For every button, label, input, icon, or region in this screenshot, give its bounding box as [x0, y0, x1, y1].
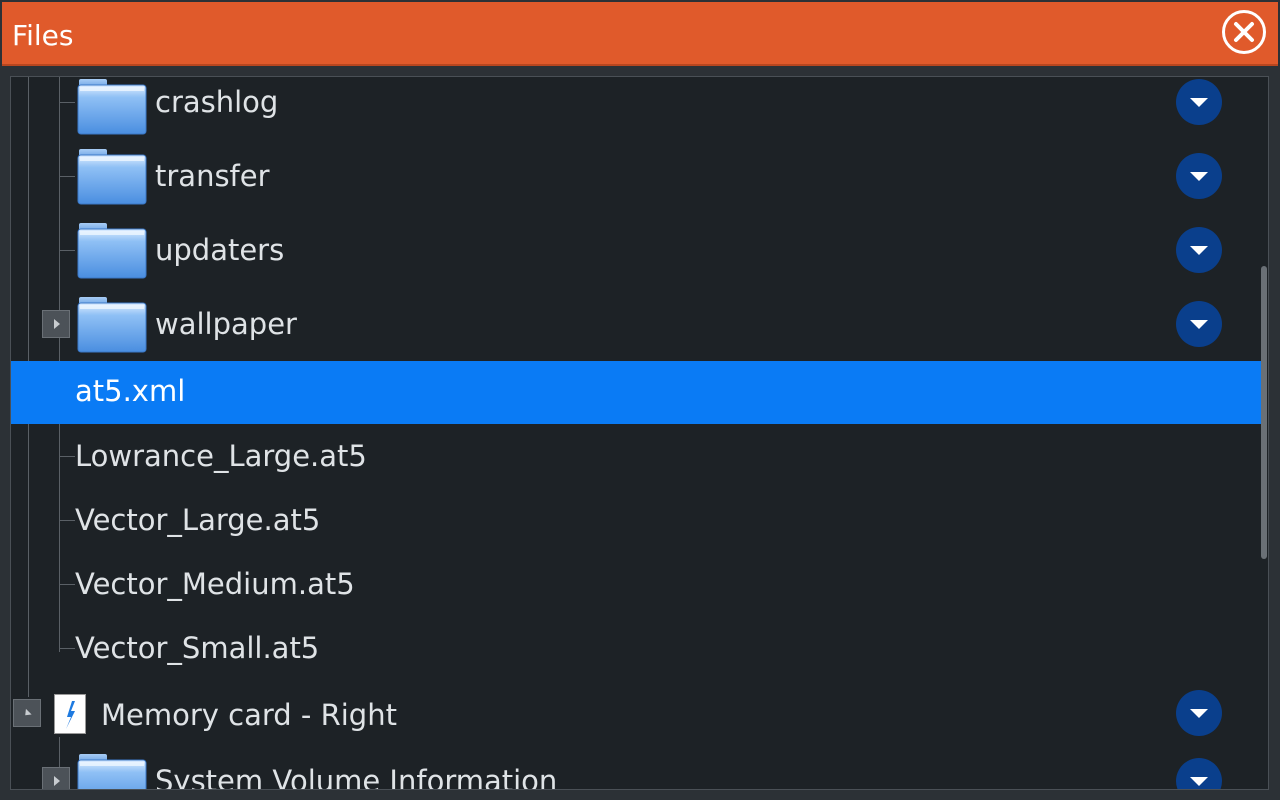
item-menu-button[interactable] [1176, 758, 1222, 789]
tree-item-vector-large[interactable]: Vector_Large.at5 [11, 492, 1261, 552]
folder-icon [77, 297, 147, 353]
tree-item-label: Vector_Medium.at5 [75, 567, 355, 601]
tree-item-vector-small[interactable]: Vector_Small.at5 [11, 620, 1261, 680]
tree-item-label: crashlog [155, 85, 279, 119]
tree-item-at5-xml[interactable]: at5.xml [11, 361, 1261, 424]
close-button[interactable] [1222, 10, 1266, 54]
folder-icon [77, 149, 147, 205]
tree-item-vector-medium[interactable]: Vector_Medium.at5 [11, 556, 1261, 616]
tree-item-label: System Volume Information [155, 764, 558, 790]
tree-item-transfer[interactable]: transfer [11, 147, 1261, 209]
item-menu-button[interactable] [1176, 301, 1222, 347]
chevron-down-icon [1190, 709, 1208, 718]
chevron-down-icon [22, 708, 32, 719]
tree-item-label: Vector_Large.at5 [75, 503, 321, 537]
file-tree: crashlog transfer updaters wallpaper at5… [10, 76, 1269, 790]
tree-item-label: transfer [155, 159, 270, 193]
close-icon [1234, 22, 1254, 42]
chevron-down-icon [1190, 98, 1208, 107]
tree-item-crashlog[interactable]: crashlog [11, 77, 1261, 139]
collapse-toggle[interactable] [13, 699, 41, 727]
chevron-down-icon [1190, 777, 1208, 786]
tree-item-lowrance-large[interactable]: Lowrance_Large.at5 [11, 428, 1261, 488]
folder-icon [77, 79, 147, 135]
memory-card-icon [54, 694, 86, 734]
tree-item-label: Memory card - Right [101, 698, 397, 732]
tree-item-updaters[interactable]: updaters [11, 221, 1261, 283]
folder-icon [77, 754, 147, 789]
tree-item-label: wallpaper [155, 307, 297, 341]
chevron-down-icon [1190, 320, 1208, 329]
item-menu-button[interactable] [1176, 79, 1222, 125]
scrollbar[interactable] [1261, 266, 1267, 559]
item-menu-button[interactable] [1176, 690, 1222, 736]
tree-item-system-volume-information[interactable]: System Volume Information [11, 752, 1261, 790]
chevron-down-icon [1190, 246, 1208, 255]
title-bar: Files [2, 2, 1278, 66]
chevron-right-icon [54, 776, 60, 786]
expand-toggle[interactable] [42, 310, 70, 338]
tree-item-memory-card-right[interactable]: Memory card - Right [11, 684, 1261, 746]
tree-item-label: Vector_Small.at5 [75, 631, 320, 665]
window-title: Files [12, 19, 74, 52]
tree-item-label: at5.xml [75, 374, 186, 408]
tree-item-label: Lowrance_Large.at5 [75, 439, 367, 473]
expand-toggle[interactable] [42, 767, 70, 789]
item-menu-button[interactable] [1176, 227, 1222, 273]
folder-icon [77, 223, 147, 279]
tree-item-wallpaper[interactable]: wallpaper [11, 295, 1261, 357]
chevron-right-icon [54, 319, 60, 329]
tree-item-label: updaters [155, 233, 285, 267]
chevron-down-icon [1190, 172, 1208, 181]
files-window: Files crashlog transfer updaters wallpap… [0, 0, 1280, 800]
item-menu-button[interactable] [1176, 153, 1222, 199]
